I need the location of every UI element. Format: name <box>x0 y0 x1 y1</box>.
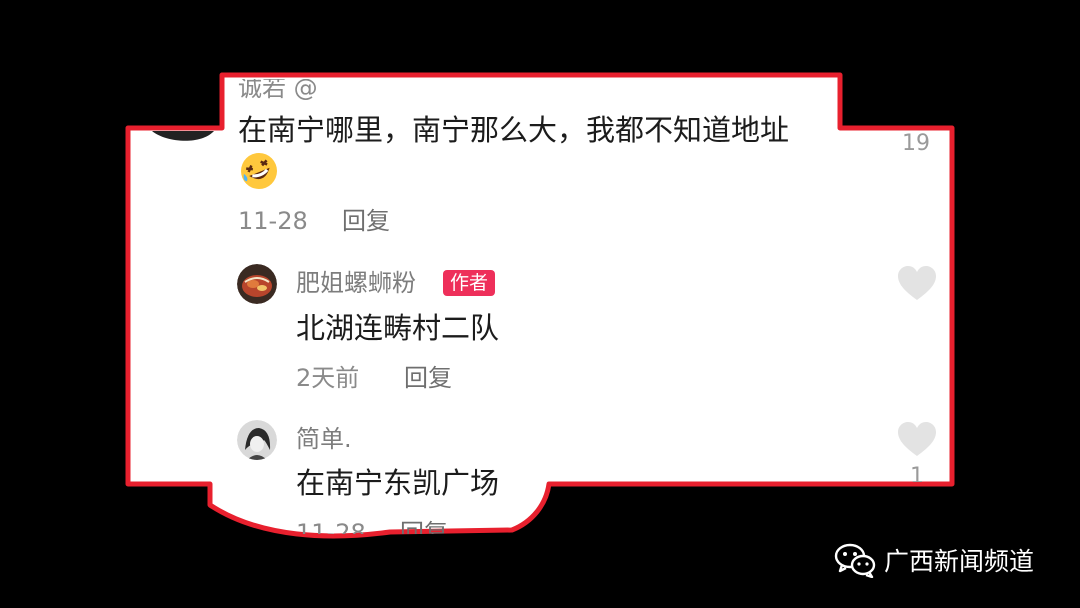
author-reply-text: 北湖连畴村二队 <box>296 311 500 345</box>
reply-button[interactable]: 回复 <box>342 206 390 236</box>
comment-card-frame <box>125 72 955 539</box>
rolling-laughing-emoji-icon <box>241 153 277 189</box>
comment-date: 11-28 <box>238 207 308 235</box>
screenshot-stage: 诚若 @ 在南宁哪里，南宁那么大，我都不知道地址 11-28 回复 19 肥姐螺… <box>0 0 1080 608</box>
comment-text: 在南宁哪里，南宁那么大，我都不知道地址 <box>238 113 790 147</box>
user-username[interactable]: 简单. <box>296 424 352 454</box>
author-reply-button[interactable]: 回复 <box>404 363 452 393</box>
user-reply-text: 在南宁东凯广场 <box>296 466 500 500</box>
user-avatar[interactable] <box>237 420 277 460</box>
author-reply-time: 2天前 <box>296 364 360 392</box>
heart-like-icon[interactable] <box>897 266 937 302</box>
author-username[interactable]: 肥姐螺蛳粉 <box>296 268 416 298</box>
wechat-icon <box>834 543 876 578</box>
watermark-text: 广西新闻频道 <box>884 547 1035 576</box>
like-count: 19 <box>902 131 930 156</box>
channel-watermark: 广西新闻频道 <box>834 540 1034 580</box>
author-avatar[interactable] <box>237 264 277 304</box>
author-badge: 作者 <box>443 270 496 296</box>
heart-like-icon[interactable] <box>897 422 937 458</box>
